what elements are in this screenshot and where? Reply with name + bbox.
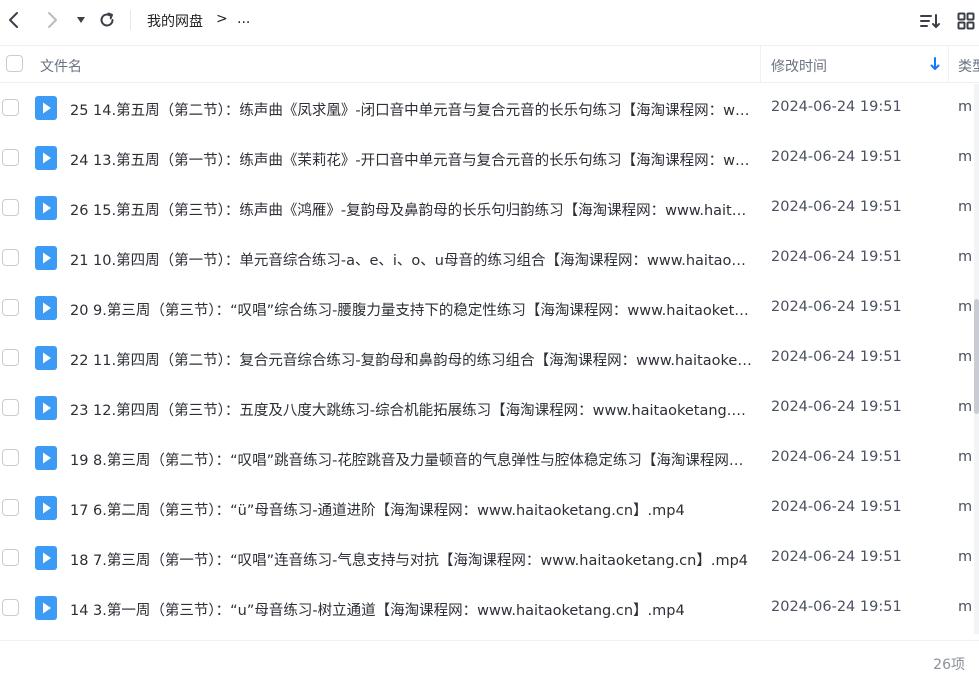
file-type: m (958, 549, 973, 565)
row-checkbox[interactable] (2, 199, 19, 216)
file-name[interactable]: 18 7.第三周（第一节）：“叹唱”连音练习-气息支持与对抗【海淘课程网：www… (70, 549, 752, 570)
column-header-modified[interactable]: 修改时间 (771, 56, 827, 76)
toolbar-divider (130, 10, 131, 30)
history-dropdown-button[interactable] (69, 8, 93, 32)
file-type: m (958, 249, 973, 265)
breadcrumb-root[interactable]: 我的网盘 (147, 11, 203, 31)
file-type: m (958, 349, 973, 365)
sort-icon (920, 14, 940, 28)
file-row[interactable]: 26 15.第五周（第三节）：练声曲《鸿雁》-复韵母及鼻韵母的长乐句归韵练习【海… (0, 184, 979, 234)
file-name[interactable]: 26 15.第五周（第三节）：练声曲《鸿雁》-复韵母及鼻韵母的长乐句归韵练习【海… (70, 199, 752, 220)
file-row[interactable]: 14 3.第一周（第三节）：“u”母音练习-树立通道【海淘课程网：www.hai… (0, 584, 979, 634)
item-count: 26项 (933, 657, 965, 673)
row-checkbox[interactable] (2, 499, 19, 516)
vertical-scrollbar[interactable] (974, 84, 979, 634)
video-file-icon (35, 546, 57, 570)
file-type: m (958, 99, 973, 115)
file-name[interactable]: 22 11.第四周（第二节）：复合元音综合练习-复韵母和鼻韵母的练习组合【海淘课… (70, 349, 752, 370)
file-row[interactable]: 25 14.第五周（第二节）：练声曲《凤求凰》-闭口音中单元音与复合元音的长乐句… (0, 84, 979, 134)
file-name[interactable]: 23 12.第四周（第三节）：五度及八度大跳练习-综合机能拓展练习【海淘课程网：… (70, 399, 752, 420)
video-file-icon (35, 346, 57, 370)
forward-button[interactable] (40, 8, 64, 32)
file-row[interactable]: 24 13.第五周（第一节）：练声曲《茉莉花》-开口音中单元音与复合元音的长乐句… (0, 134, 979, 184)
grid-view-icon (957, 12, 975, 30)
row-checkbox[interactable] (2, 399, 19, 416)
file-list: 25 14.第五周（第二节）：练声曲《凤求凰》-闭口音中单元音与复合元音的长乐句… (0, 84, 979, 634)
video-file-icon (35, 596, 57, 620)
file-name[interactable]: 17 6.第二周（第三节）：“ü”母音练习-通道进阶【海淘课程网：www.hai… (70, 499, 752, 520)
video-file-icon (35, 296, 57, 320)
select-all-checkbox[interactable] (6, 55, 23, 72)
video-file-icon (35, 96, 57, 120)
column-header-type[interactable]: 类型 (958, 56, 979, 76)
video-file-icon (35, 246, 57, 270)
file-row[interactable]: 21 10.第四周（第一节）：单元音综合练习-a、e、i、o、u母音的练习组合【… (0, 234, 979, 284)
file-modified-time: 2024-06-24 19:51 (771, 549, 902, 565)
file-modified-time: 2024-06-24 19:51 (771, 599, 902, 615)
video-file-icon (35, 496, 57, 520)
file-row[interactable]: 22 11.第四周（第二节）：复合元音综合练习-复韵母和鼻韵母的练习组合【海淘课… (0, 334, 979, 384)
footer-divider (0, 640, 979, 641)
file-type: m (958, 599, 973, 615)
file-list-header: 文件名 修改时间 类型 (0, 45, 979, 83)
caret-down-icon (77, 17, 85, 23)
file-modified-time: 2024-06-24 19:51 (771, 499, 902, 515)
file-modified-time: 2024-06-24 19:51 (771, 249, 902, 265)
file-row[interactable]: 23 12.第四周（第三节）：五度及八度大跳练习-综合机能拓展练习【海淘课程网：… (0, 384, 979, 434)
sort-button[interactable] (918, 10, 942, 32)
file-modified-time: 2024-06-24 19:51 (771, 99, 902, 115)
file-name[interactable]: 21 10.第四周（第一节）：单元音综合练习-a、e、i、o、u母音的练习组合【… (70, 249, 752, 270)
row-checkbox[interactable] (2, 349, 19, 366)
file-type: m (958, 149, 973, 165)
file-type: m (958, 449, 973, 465)
file-modified-time: 2024-06-24 19:51 (771, 349, 902, 365)
row-checkbox[interactable] (2, 299, 19, 316)
column-header-name[interactable]: 文件名 (40, 56, 82, 76)
file-modified-time: 2024-06-24 19:51 (771, 399, 902, 415)
file-name[interactable]: 19 8.第三周（第二节）：“叹唱”跳音练习-花腔跳音及力量顿音的气息弹性与腔体… (70, 449, 752, 470)
file-type: m (958, 199, 973, 215)
video-file-icon (35, 446, 57, 470)
file-row[interactable]: 19 8.第三周（第二节）：“叹唱”跳音练习-花腔跳音及力量顿音的气息弹性与腔体… (0, 434, 979, 484)
file-modified-time: 2024-06-24 19:51 (771, 449, 902, 465)
video-file-icon (35, 396, 57, 420)
refresh-icon (100, 12, 114, 27)
breadcrumb-separator: > (216, 11, 228, 27)
back-button[interactable] (2, 8, 26, 32)
file-modified-time: 2024-06-24 19:51 (771, 299, 902, 315)
video-file-icon (35, 146, 57, 170)
chevron-left-icon (9, 12, 18, 28)
file-row[interactable]: 17 6.第二周（第三节）：“ü”母音练习-通道进阶【海淘课程网：www.hai… (0, 484, 979, 534)
arrow-down-icon[interactable] (930, 57, 940, 71)
file-name[interactable]: 20 9.第三周（第三节）：“叹唱”综合练习-腰腹力量支持下的稳定性练习【海淘课… (70, 299, 752, 320)
file-name[interactable]: 24 13.第五周（第一节）：练声曲《茉莉花》-开口音中单元音与复合元音的长乐句… (70, 149, 752, 170)
file-row[interactable]: 20 9.第三周（第三节）：“叹唱”综合练习-腰腹力量支持下的稳定性练习【海淘课… (0, 284, 979, 334)
file-row[interactable]: 18 7.第三周（第一节）：“叹唱”连音练习-气息支持与对抗【海淘课程网：www… (0, 534, 979, 584)
file-name[interactable]: 14 3.第一周（第三节）：“u”母音练习-树立通道【海淘课程网：www.hai… (70, 599, 752, 620)
row-checkbox[interactable] (2, 249, 19, 266)
row-checkbox[interactable] (2, 149, 19, 166)
file-name[interactable]: 25 14.第五周（第二节）：练声曲《凤求凰》-闭口音中单元音与复合元音的长乐句… (70, 99, 752, 120)
breadcrumb-more[interactable]: ... (237, 11, 250, 27)
video-file-icon (35, 196, 57, 220)
scrollbar-thumb[interactable] (974, 299, 979, 414)
file-type: m (958, 499, 973, 515)
file-modified-time: 2024-06-24 19:51 (771, 149, 902, 165)
row-checkbox[interactable] (2, 449, 19, 466)
file-modified-time: 2024-06-24 19:51 (771, 199, 902, 215)
file-type: m (958, 399, 973, 415)
column-divider[interactable] (760, 46, 761, 83)
grid-view-button[interactable] (954, 10, 978, 32)
toolbar: 我的网盘 > ... (0, 0, 979, 42)
column-divider[interactable] (948, 46, 949, 83)
row-checkbox[interactable] (2, 99, 19, 116)
file-type: m (958, 299, 973, 315)
row-checkbox[interactable] (2, 599, 19, 616)
chevron-right-icon (48, 12, 57, 28)
refresh-button[interactable] (95, 8, 119, 32)
row-checkbox[interactable] (2, 549, 19, 566)
